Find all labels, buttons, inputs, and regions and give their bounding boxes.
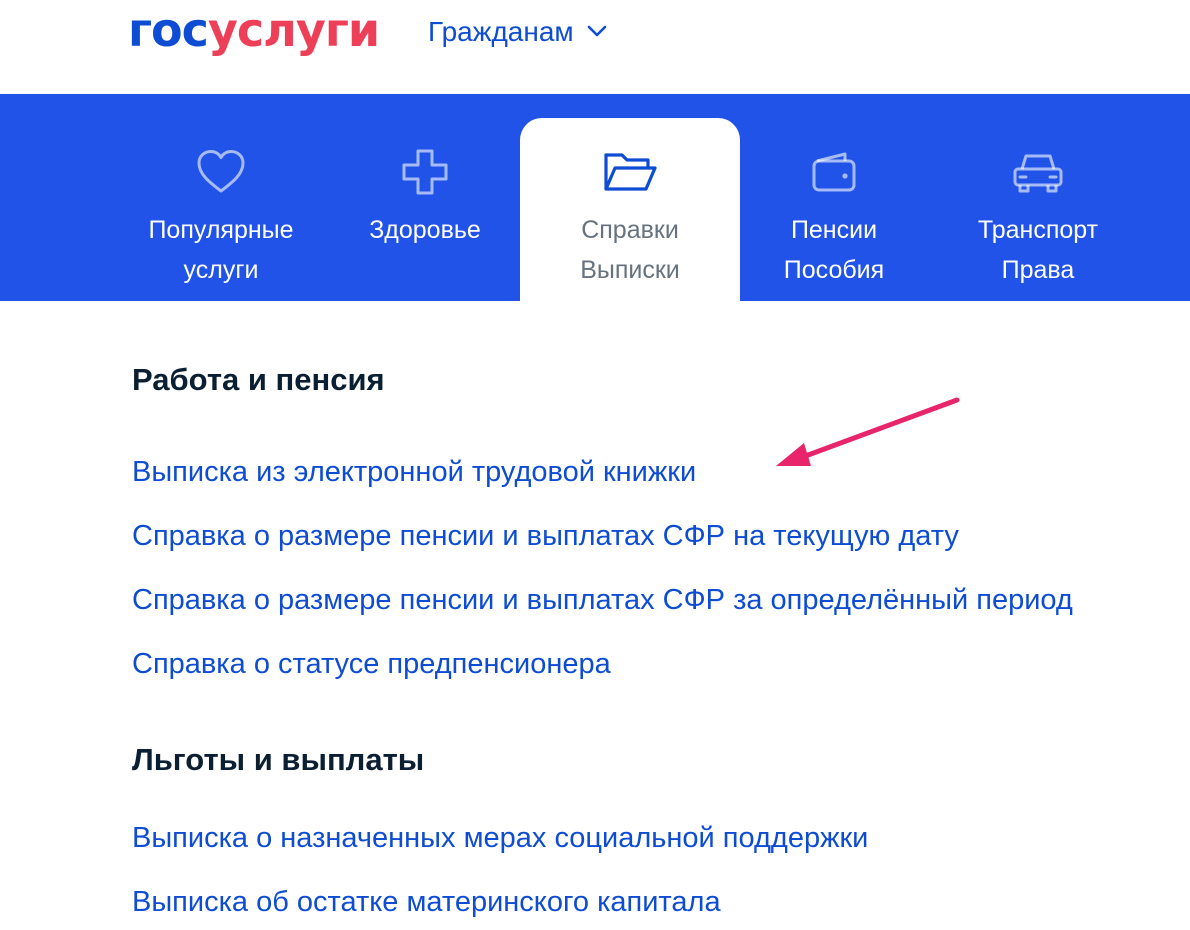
gosuslugi-logo[interactable]: госуслуги (128, 3, 380, 57)
tab-label-line1: Пенсии (790, 216, 878, 244)
services-list: Работа и пенсия Выписка из электронной т… (132, 360, 1182, 922)
link-pension-period[interactable]: Справка о размере пенсии и выплатах СФР … (132, 580, 1182, 620)
site-header: госуслуги Гражданам (0, 0, 1190, 94)
tab-label-line2: Пособия (783, 256, 885, 284)
section-benefits-payments: Льготы и выплаты Выписка о назначенных м… (132, 740, 1182, 922)
link-pension-current-date[interactable]: Справка о размере пенсии и выплатах СФР … (132, 516, 1182, 556)
link-social-support-measures[interactable]: Выписка о назначенных мерах социальной п… (132, 818, 1182, 858)
audience-label: Гражданам (428, 16, 574, 47)
audience-dropdown[interactable]: Гражданам (428, 12, 608, 52)
chevron-down-icon (586, 24, 608, 43)
logo-part-gos: гос (128, 3, 209, 57)
link-employment-record-extract[interactable]: Выписка из электронной трудовой книжки (132, 452, 1182, 492)
tab-label-line1: Здоровье (369, 216, 481, 244)
tab-label-line1: Популярные (148, 216, 294, 244)
section-title: Льготы и выплаты (132, 742, 425, 777)
wallet-icon (806, 144, 862, 200)
tab-health[interactable]: Здоровье (330, 118, 520, 301)
link-maternity-capital-balance[interactable]: Выписка об остатке материнского капитала (132, 882, 1182, 922)
section-work-pension: Работа и пенсия Выписка из электронной т… (132, 360, 1182, 684)
car-icon (1010, 144, 1066, 200)
tab-transport-rights[interactable]: Транспорт Права (940, 118, 1136, 301)
tab-certificates-extracts[interactable]: Справки Выписки (520, 118, 740, 301)
tab-pensions-benefits[interactable]: Пенсии Пособия (740, 118, 928, 301)
medical-cross-icon (397, 144, 453, 200)
heart-icon (193, 144, 249, 200)
tab-label-line1: Справки (581, 216, 679, 244)
tab-label-line2: услуги (183, 256, 259, 284)
tab-label-line1: Транспорт (977, 216, 1099, 244)
tab-popular-services[interactable]: Популярные услуги (118, 118, 324, 301)
logo-part-uslugi: услуги (207, 3, 380, 57)
folder-icon (602, 144, 658, 200)
tab-label-line2: Выписки (580, 256, 680, 284)
link-pre-pensioner-status[interactable]: Справка о статусе предпенсионера (132, 644, 1182, 684)
category-tabs: Популярные услуги Здоровье Справки Выпис… (0, 94, 1190, 301)
section-title: Работа и пенсия (132, 362, 385, 397)
tab-label-line2: Права (1001, 256, 1075, 284)
